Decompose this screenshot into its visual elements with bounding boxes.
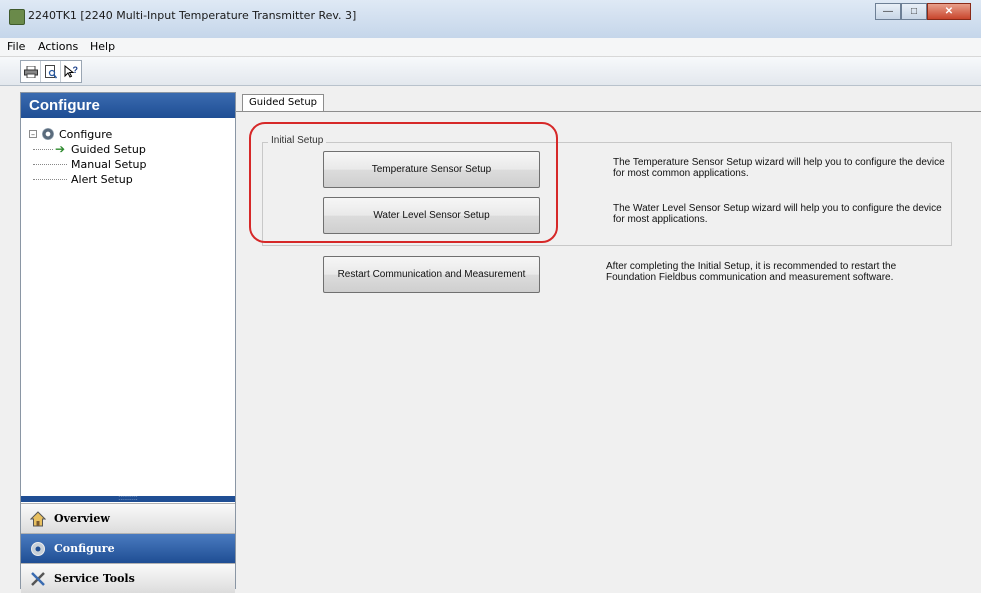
nav-configure-label: Configure [54,542,115,555]
menu-file[interactable]: File [7,40,25,53]
minimize-icon: — [883,6,893,17]
tree-item-manual-setup-label: Manual Setup [71,158,147,171]
tree-item-alert-setup-label: Alert Setup [71,173,133,186]
window-title: 2240TK1 [2240 Multi-Input Temperature Tr… [28,9,357,22]
context-help-button[interactable]: ? [61,61,81,82]
tree-item-configure-label: Configure [59,128,113,141]
temperature-setup-description: The Temperature Sensor Setup wizard will… [613,157,945,179]
left-pane: Configure – Configure ➔ Guided Setup Man… [20,92,236,593]
nav-service-tools-label: Service Tools [54,572,135,585]
configure-tree: – Configure ➔ Guided Setup Manual Setup … [29,127,209,187]
minimize-button[interactable]: — [875,3,901,20]
tab-guided-setup[interactable]: Guided Setup [242,94,324,111]
menu-actions[interactable]: Actions [38,40,78,53]
collapse-icon[interactable]: – [29,130,37,139]
maximize-button[interactable]: □ [901,3,927,20]
restart-description: After completing the Initial Setup, it i… [606,261,897,283]
nav-configure-button[interactable]: Configure [21,533,235,563]
temperature-sensor-setup-button[interactable]: Temperature Sensor Setup [323,151,540,188]
tree-item-manual-setup[interactable]: Manual Setup [29,157,209,172]
pane-splitter[interactable]: :::::::::: [21,495,235,502]
arrow-right-icon: ➔ [55,142,66,156]
gear-icon [29,540,47,558]
water-level-sensor-setup-button[interactable]: Water Level Sensor Setup [323,197,540,234]
gear-icon [42,128,54,140]
close-button[interactable]: ✕ [927,3,971,20]
tree-connector [33,149,53,150]
left-pane-header: Configure [21,93,235,118]
print-preview-button[interactable] [41,61,61,82]
tree-item-guided-setup-label: Guided Setup [71,143,146,156]
tree-connector [33,179,67,180]
app-icon [9,9,25,25]
tree-item-guided-setup[interactable]: ➔ Guided Setup [29,142,209,157]
title-bar: 2240TK1 [2240 Multi-Input Temperature Tr… [0,0,981,39]
menu-bar: File Actions Help [0,38,981,57]
toolbar-group: ? [20,60,82,83]
print-button[interactable] [21,61,41,82]
print-preview-icon [44,64,57,78]
maximize-icon: □ [910,6,918,17]
window-controls: — □ ✕ [875,3,971,21]
home-icon [29,510,47,528]
nav-overview-button[interactable]: Overview [21,503,235,533]
tree-connector [33,164,67,165]
svg-text:?: ? [73,65,79,75]
initial-setup-label: Initial Setup [268,135,327,146]
toolbar: ? [0,57,981,86]
tree-item-configure[interactable]: – Configure [29,127,209,142]
restart-communication-button[interactable]: Restart Communication and Measurement [323,256,540,293]
tree-item-alert-setup[interactable]: Alert Setup [29,172,209,187]
water-level-setup-description: The Water Level Sensor Setup wizard will… [613,203,942,225]
menu-help[interactable]: Help [90,40,115,53]
wrench-icon [29,570,47,588]
context-help-icon: ? [64,64,79,78]
nav-overview-label: Overview [54,512,110,525]
print-icon [23,65,38,78]
close-icon: ✕ [944,6,954,17]
